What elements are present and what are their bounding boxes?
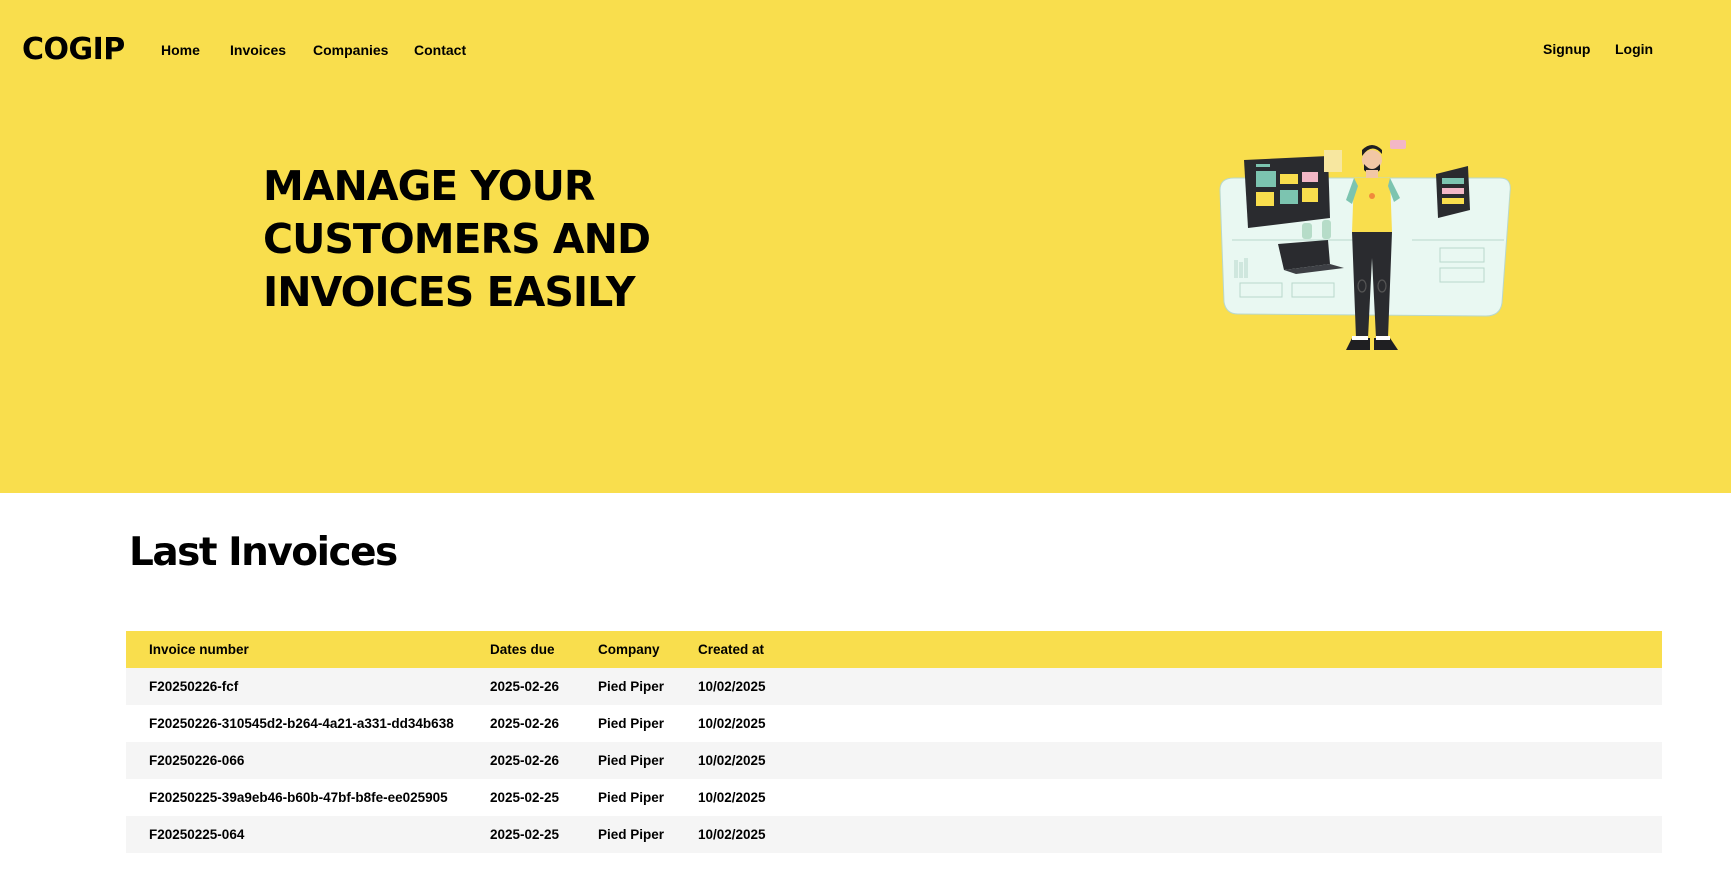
created-at-cell: 10/02/2025: [698, 753, 766, 768]
company-cell: Pied Piper: [598, 790, 665, 805]
invoice-number-cell: F20250226-310545d2-b264-4a21-a331-dd34b6…: [149, 716, 454, 731]
created-at-cell: 10/02/2025: [698, 716, 766, 731]
nav-companies-link[interactable]: Companies: [313, 40, 388, 60]
invoice-number-cell: F20250226-066: [149, 753, 245, 768]
site-logo[interactable]: COGIP: [22, 28, 125, 72]
due-date-cell: 2025-02-26: [490, 679, 560, 694]
login-link[interactable]: Login: [1615, 39, 1653, 59]
nav-invoices-link[interactable]: Invoices: [230, 40, 286, 60]
company-cell: Pied Piper: [598, 827, 665, 842]
due-date-cell: 2025-02-26: [490, 753, 560, 768]
hero-illustration: [1219, 140, 1511, 350]
table-row[interactable]: F20250225-064 2025-02-25 Pied Piper 10/0…: [126, 816, 1662, 853]
column-header-dates-due: Dates due: [490, 642, 555, 657]
invoice-number-cell: F20250225-39a9eb46-b60b-47bf-b8fe-ee0259…: [149, 790, 448, 805]
table-row[interactable]: F20250226-fcf 2025-02-26 Pied Piper 10/0…: [126, 668, 1662, 705]
nav-home-link[interactable]: Home: [161, 40, 200, 60]
created-at-cell: 10/02/2025: [698, 679, 766, 694]
invoice-number-cell: F20250225-064: [149, 827, 245, 842]
company-cell: Pied Piper: [598, 753, 665, 768]
table-header-row: Invoice number Dates due Company Created…: [126, 631, 1662, 668]
table-row[interactable]: F20250226-310545d2-b264-4a21-a331-dd34b6…: [126, 705, 1662, 742]
table-row[interactable]: F20250225-39a9eb46-b60b-47bf-b8fe-ee0259…: [126, 779, 1662, 816]
last-invoices-title: Last Invoices: [129, 530, 398, 575]
column-header-created-at: Created at: [698, 642, 765, 657]
due-date-cell: 2025-02-25: [490, 790, 560, 805]
due-date-cell: 2025-02-26: [490, 716, 560, 731]
company-cell: Pied Piper: [598, 679, 665, 694]
table-row[interactable]: F20250226-066 2025-02-26 Pied Piper 10/0…: [126, 742, 1662, 779]
hero-title: MANAGE YOUR CUSTOMERS AND INVOICES EASIL…: [263, 162, 651, 316]
nav-contact-link[interactable]: Contact: [414, 40, 466, 60]
due-date-cell: 2025-02-25: [490, 827, 560, 842]
column-header-invoice-number: Invoice number: [149, 642, 249, 657]
column-header-company: Company: [598, 642, 660, 657]
created-at-cell: 10/02/2025: [698, 790, 766, 805]
company-cell: Pied Piper: [598, 716, 665, 731]
created-at-cell: 10/02/2025: [698, 827, 766, 842]
hero-section: COGIP Home Invoices Companies Contact Si…: [0, 0, 1731, 493]
invoice-number-cell: F20250226-fcf: [149, 679, 239, 694]
signup-link[interactable]: Signup: [1543, 39, 1590, 59]
invoices-table: Invoice number Dates due Company Created…: [126, 631, 1662, 853]
